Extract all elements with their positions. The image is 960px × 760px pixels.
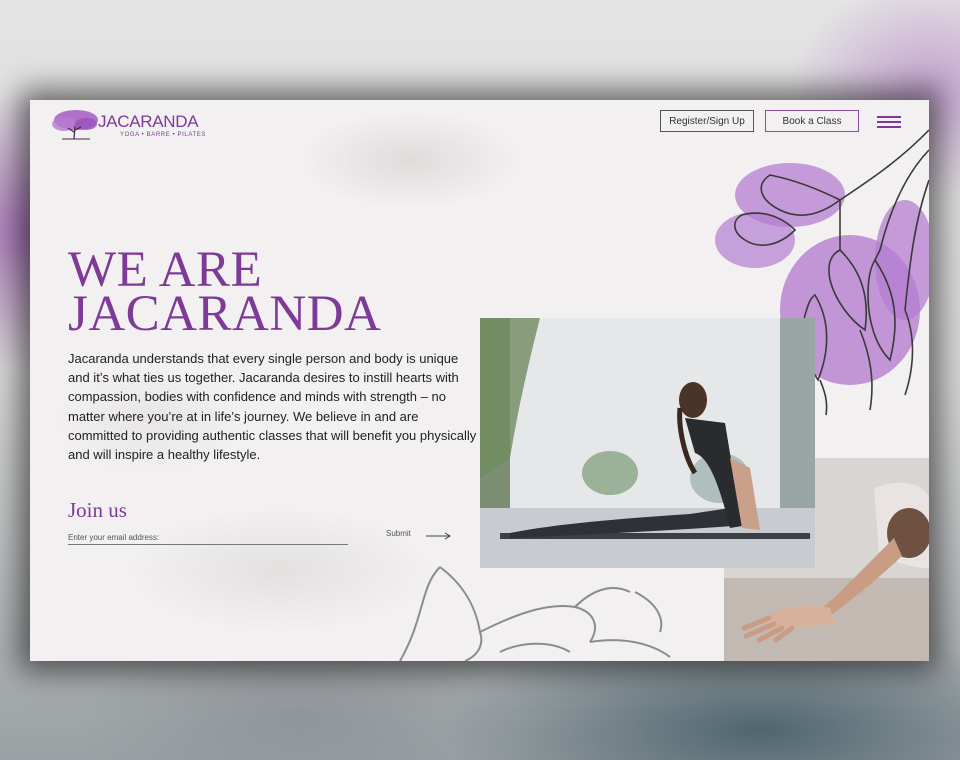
- logo-tagline: YOGA • BARRE • PILATES: [120, 132, 206, 138]
- arrow-right-icon[interactable]: [426, 532, 452, 540]
- menu-line: [877, 116, 901, 118]
- jacaranda-tree-icon: [52, 110, 98, 140]
- email-field[interactable]: [68, 530, 348, 545]
- flower-line-illustration: [399, 566, 671, 661]
- yoga-cobra-pose-photo: [480, 318, 815, 568]
- intro-paragraph: Jacaranda understands that every single …: [68, 351, 477, 463]
- title-line-2: JACARANDA: [68, 286, 382, 342]
- menu-line: [877, 126, 901, 128]
- website-preview: JACARANDA YOGA • BARRE • PILATES Registe…: [30, 100, 929, 661]
- page-title: WE ARE JACARANDA: [68, 245, 382, 342]
- submit-button[interactable]: Submit: [386, 529, 411, 538]
- logo-wordmark: JACARANDA: [98, 112, 199, 131]
- menu-line: [877, 121, 901, 123]
- register-button[interactable]: Register/Sign Up: [660, 110, 754, 132]
- join-heading: Join us: [68, 498, 127, 522]
- book-class-button[interactable]: Book a Class: [765, 110, 859, 132]
- jacaranda-logo[interactable]: JACARANDA YOGA • BARRE • PILATES: [48, 108, 208, 142]
- hamburger-icon[interactable]: [877, 116, 901, 130]
